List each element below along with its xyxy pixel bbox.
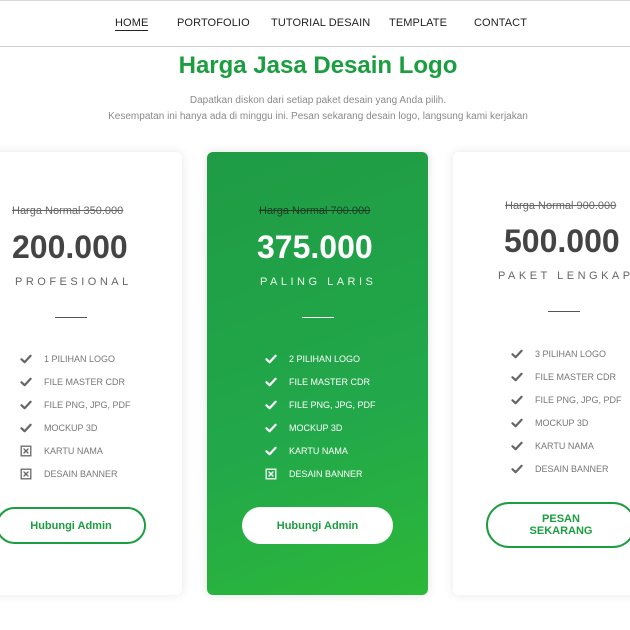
feature-item: MOCKUP 3D — [511, 411, 622, 434]
feature-item: 1 PILIHAN LOGO — [20, 347, 131, 370]
feature-label: KARTU NAMA — [535, 440, 594, 451]
package-name: PROFESIONAL — [15, 276, 132, 288]
nav-home[interactable]: HOME — [115, 17, 149, 31]
feature-label: FILE MASTER CDR — [535, 371, 617, 382]
feature-list: 1 PILIHAN LOGO FILE MASTER CDR FILE PNG, J… — [20, 347, 131, 485]
package-name: PALING LARIS — [260, 276, 377, 288]
check-icon — [511, 394, 523, 406]
old-price: Harga Normal 350.000 — [12, 205, 124, 217]
feature-item: 3 PILIHAN LOGO — [511, 342, 622, 365]
check-icon — [265, 422, 277, 434]
feature-item: DESAIN BANNER — [20, 462, 131, 485]
hubungi-admin-button[interactable]: Hubungi Admin — [242, 507, 393, 544]
subtitle-line-2: Kesempatan ini hanya ada di minggu ini. … — [108, 111, 528, 122]
top-navigation-bar: HOME PORTOFOLIO TUTORIAL DESAIN TEMPLATE… — [0, 0, 630, 47]
feature-label: MOCKUP 3D — [535, 417, 589, 428]
feature-list: 2 PILIHAN LOGO FILE MASTER CDR FILE PNG, J… — [265, 347, 376, 485]
price: 500.000 — [504, 223, 620, 259]
check-icon — [265, 353, 277, 365]
pricing-card-profesional: Harga Normal 350.000 200.000 PROFESIONAL… — [0, 152, 182, 595]
price: 375.000 — [257, 229, 373, 265]
feature-item: MOCKUP 3D — [20, 416, 131, 439]
feature-item: FILE PNG, JPG, PDF — [511, 388, 622, 411]
package-name: PAKET LENGKAP — [498, 270, 630, 282]
x-box-icon — [20, 445, 32, 457]
old-price: Harga Normal 700.000 — [259, 205, 371, 217]
divider — [55, 317, 87, 318]
feature-label: MOCKUP 3D — [289, 422, 343, 433]
pesan-sekarang-button[interactable]: PESAN SEKARANG — [486, 502, 630, 548]
feature-label: FILE MASTER CDR — [289, 376, 371, 387]
page-subtitle: Dapatkan diskon dari setiap paket desain… — [0, 93, 630, 125]
check-icon — [265, 376, 277, 388]
feature-item: FILE MASTER CDR — [265, 370, 376, 393]
feature-item: KARTU NAMA — [20, 439, 131, 462]
check-icon — [511, 463, 523, 475]
feature-list: 3 PILIHAN LOGO FILE MASTER CDR FILE PNG, J… — [511, 342, 622, 480]
divider — [548, 311, 580, 312]
feature-item: FILE PNG, JPG, PDF — [265, 393, 376, 416]
feature-item: FILE PNG, JPG, PDF — [20, 393, 131, 416]
feature-label: FILE MASTER CDR — [44, 376, 126, 387]
feature-label: FILE PNG, JPG, PDF — [44, 399, 131, 410]
check-icon — [511, 417, 523, 429]
feature-item: 2 PILIHAN LOGO — [265, 347, 376, 370]
feature-item: KARTU NAMA — [511, 434, 622, 457]
check-icon — [511, 348, 523, 360]
hubungi-admin-button[interactable]: Hubungi Admin — [0, 507, 146, 544]
feature-label: DESAIN BANNER — [44, 468, 118, 479]
nav-tutorial-desain[interactable]: TUTORIAL DESAIN — [271, 17, 370, 29]
check-icon — [20, 422, 32, 434]
check-icon — [20, 399, 32, 411]
feature-label: FILE PNG, JPG, PDF — [289, 399, 376, 410]
pricing-card-paket-lengkap: Harga Normal 900.000 500.000 PAKET LENGK… — [453, 152, 630, 595]
nav-contact[interactable]: CONTACT — [474, 17, 527, 29]
feature-label: KARTU NAMA — [44, 445, 103, 456]
feature-label: 3 PILIHAN LOGO — [535, 348, 607, 359]
nav-portofolio[interactable]: PORTOFOLIO — [177, 17, 250, 29]
feature-label: KARTU NAMA — [289, 445, 348, 456]
check-icon — [265, 399, 277, 411]
x-box-icon — [20, 468, 32, 480]
divider — [302, 317, 334, 318]
subtitle-line-1: Dapatkan diskon dari setiap paket desain… — [189, 95, 447, 106]
check-icon — [20, 353, 32, 365]
feature-label: DESAIN BANNER — [535, 463, 609, 474]
pesan-sekarang-label: PESAN SEKARANG — [529, 513, 593, 537]
feature-item: FILE MASTER CDR — [20, 370, 131, 393]
feature-label: MOCKUP 3D — [44, 422, 98, 433]
page-title: Harga Jasa Desain Logo — [178, 52, 458, 79]
nav-template[interactable]: TEMPLATE — [389, 17, 447, 29]
feature-label: 1 PILIHAN LOGO — [44, 353, 116, 364]
feature-item: DESAIN BANNER — [511, 457, 622, 480]
feature-item: FILE MASTER CDR — [511, 365, 622, 388]
main-menu: HOME PORTOFOLIO TUTORIAL DESAIN TEMPLATE… — [0, 17, 630, 33]
check-icon — [265, 445, 277, 457]
feature-label: FILE PNG, JPG, PDF — [535, 394, 622, 405]
price: 200.000 — [12, 229, 128, 265]
check-icon — [511, 440, 523, 452]
feature-label: 2 PILIHAN LOGO — [289, 353, 361, 364]
old-price: Harga Normal 900.000 — [505, 200, 617, 212]
feature-item: KARTU NAMA — [265, 439, 376, 462]
feature-item: MOCKUP 3D — [265, 416, 376, 439]
x-box-icon — [265, 468, 277, 480]
feature-label: DESAIN BANNER — [289, 468, 363, 479]
check-icon — [20, 376, 32, 388]
pricing-card-paling-laris: Harga Normal 700.000 375.000 PALING LARI… — [207, 152, 428, 595]
feature-item: DESAIN BANNER — [265, 462, 376, 485]
check-icon — [511, 371, 523, 383]
